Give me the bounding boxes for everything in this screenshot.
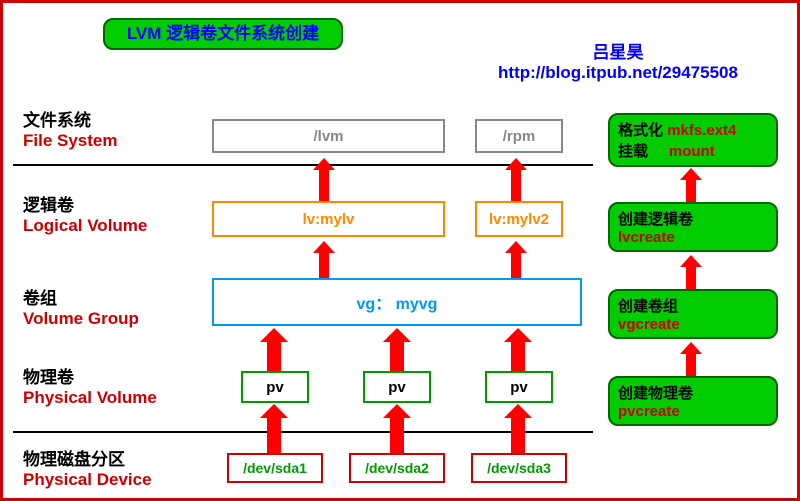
side-lvcreate-cn: 创建逻辑卷 <box>618 211 693 228</box>
layer-fs-label: 文件系统 File System <box>23 106 118 151</box>
side-mkfs-box: 格式化 mkfs.ext4 挂载 mount <box>608 113 778 167</box>
arrow-vg-to-lv-2 <box>511 253 521 278</box>
layer-vg-label: 卷组 Volume Group <box>23 284 139 329</box>
side-vgcreate-box: 创建卷组 vgcreate <box>608 289 778 339</box>
side-mkfs-cmd2: mount <box>669 143 715 160</box>
arrow-pd-to-pv-1 <box>267 418 281 453</box>
arrow-lv-to-fs-1 <box>319 170 329 201</box>
pv-box-2: pv <box>363 371 431 403</box>
side-pvcreate-cn: 创建物理卷 <box>618 385 693 402</box>
layer-pd-label: 物理磁盘分区 Physical Device <box>23 445 152 490</box>
layer-pv-cn: 物理卷 <box>23 363 157 388</box>
side-arrow-pv-to-vg <box>686 354 696 376</box>
pd-sda2-box: /dev/sda2 <box>349 453 445 483</box>
lv-mylv-box: lv:mylv <box>212 201 445 237</box>
layer-vg-cn: 卷组 <box>23 284 139 309</box>
author-name: 吕星昊 <box>458 38 778 63</box>
vg-myvg-box: vg： myvg <box>212 278 582 326</box>
divider-bottom <box>13 431 593 433</box>
pd-sda3-box: /dev/sda3 <box>471 453 567 483</box>
arrow-vg-to-lv-1 <box>319 253 329 278</box>
layer-pv-en: Physical Volume <box>23 388 157 408</box>
layer-lv-cn: 逻辑卷 <box>23 191 147 216</box>
side-lvcreate-cmd: lvcreate <box>618 229 675 246</box>
layer-lv-label: 逻辑卷 Logical Volume <box>23 191 147 236</box>
lv-mylv2-box: lv:mylv2 <box>475 201 563 237</box>
arrow-lv-to-fs-2 <box>511 170 521 201</box>
side-pvcreate-box: 创建物理卷 pvcreate <box>608 376 778 426</box>
side-arrow-vg-to-lv <box>686 267 696 289</box>
side-arrow-lv-to-mkfs <box>686 180 696 202</box>
layer-vg-en: Volume Group <box>23 309 139 329</box>
layer-pv-label: 物理卷 Physical Volume <box>23 363 157 408</box>
side-pvcreate-cmd: pvcreate <box>618 403 680 420</box>
attribution: 吕星昊 http://blog.itpub.net/29475508 <box>458 38 778 83</box>
fs-lvm-box: /lvm <box>212 119 445 153</box>
layer-lv-en: Logical Volume <box>23 216 147 236</box>
diagram-frame: LVM 逻辑卷文件系统创建 吕星昊 http://blog.itpub.net/… <box>0 0 800 501</box>
author-url: http://blog.itpub.net/29475508 <box>458 63 778 83</box>
side-mkfs-cn1: 格式化 <box>618 122 663 139</box>
layer-fs-cn: 文件系统 <box>23 106 118 131</box>
layer-fs-en: File System <box>23 131 118 151</box>
pd-sda1-box: /dev/sda1 <box>227 453 323 483</box>
layer-pd-en: Physical Device <box>23 470 152 490</box>
arrow-pd-to-pv-3 <box>511 418 525 453</box>
side-mkfs-cn2: 挂载 <box>618 143 648 160</box>
side-mkfs-cmd1: mkfs.ext4 <box>667 122 736 139</box>
arrow-pv-to-vg-2 <box>390 342 404 371</box>
arrow-pd-to-pv-2 <box>390 418 404 453</box>
diagram-title: LVM 逻辑卷文件系统创建 <box>103 18 343 50</box>
fs-rpm-box: /rpm <box>475 119 563 153</box>
side-lvcreate-box: 创建逻辑卷 lvcreate <box>608 202 778 252</box>
side-vgcreate-cmd: vgcreate <box>618 316 680 333</box>
pv-box-1: pv <box>241 371 309 403</box>
pv-box-3: pv <box>485 371 553 403</box>
layer-pd-cn: 物理磁盘分区 <box>23 445 152 470</box>
arrow-pv-to-vg-3 <box>511 342 525 371</box>
arrow-pv-to-vg-1 <box>267 342 281 371</box>
side-vgcreate-cn: 创建卷组 <box>618 298 678 315</box>
